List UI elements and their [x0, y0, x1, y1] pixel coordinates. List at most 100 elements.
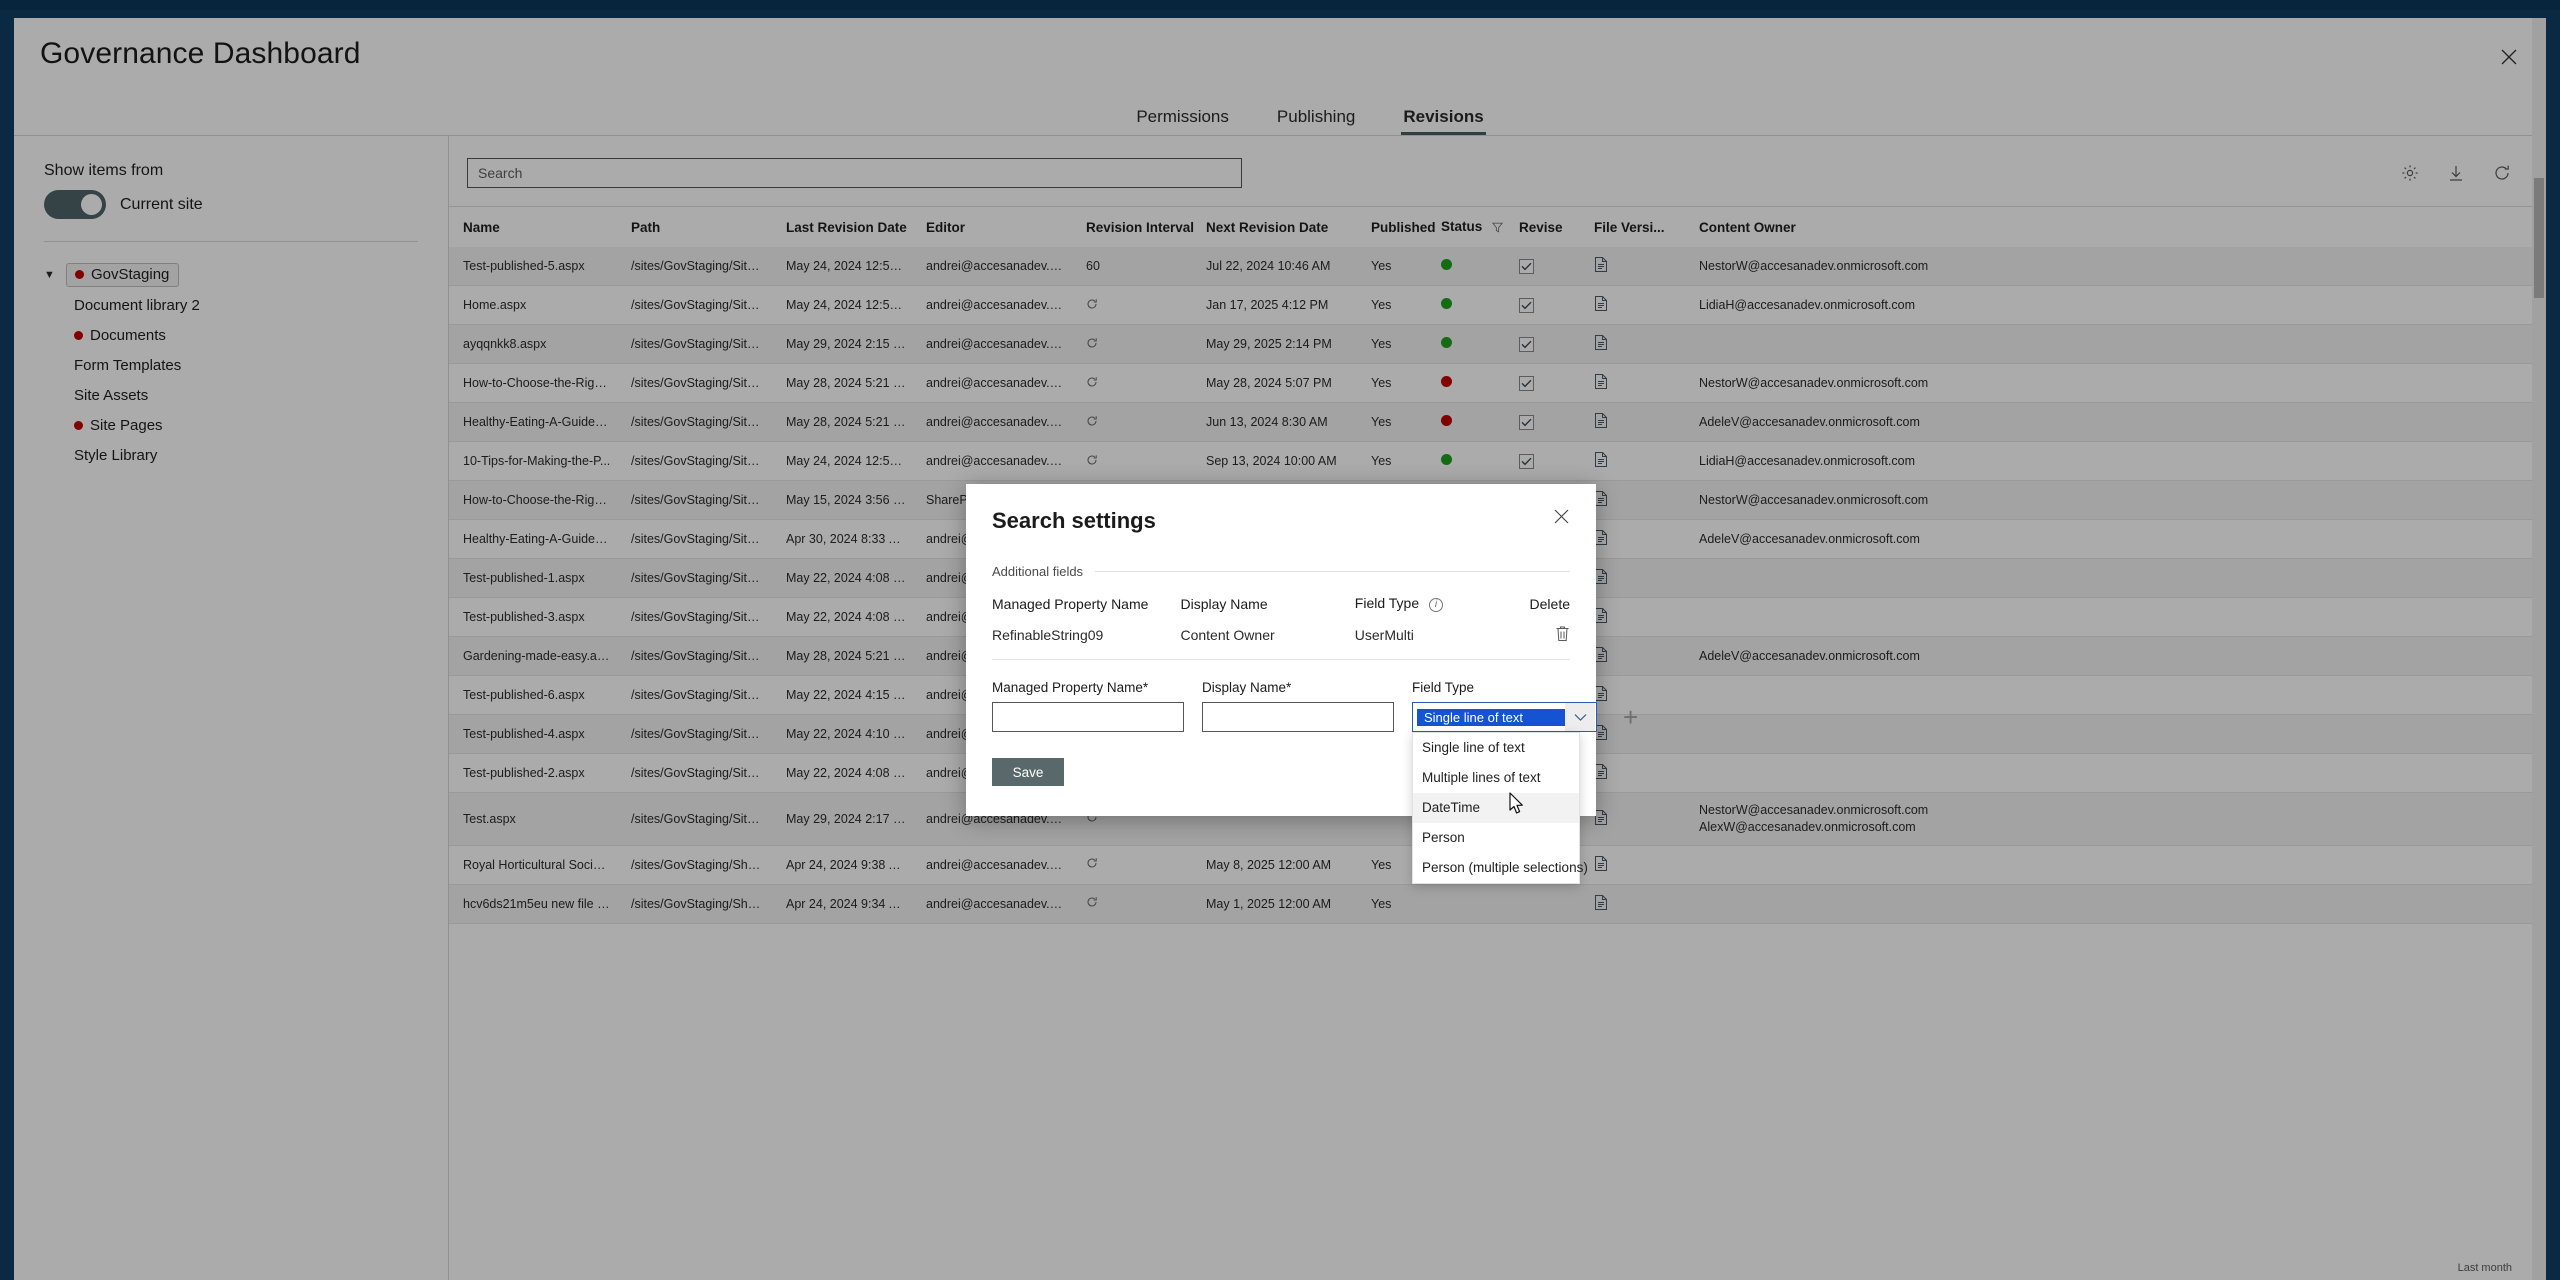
trash-icon[interactable]: [1555, 625, 1570, 645]
managed-property-input-label: Managed Property Name*: [992, 680, 1149, 695]
table-row[interactable]: Healthy-Eating-A-Guide-t.../sites/GovSta…: [449, 402, 2546, 442]
display-name-input-label: Display Name*: [1202, 680, 1292, 695]
display-name-input[interactable]: [1202, 702, 1394, 732]
cell-revision-interval: [1072, 285, 1192, 325]
cell-status: [1427, 285, 1505, 325]
status-dot-icon: [1441, 415, 1452, 426]
tab-revisions[interactable]: Revisions: [1379, 108, 1507, 135]
cell-editor: andrei@accesanadev.o...: [912, 402, 1072, 442]
current-site-toggle[interactable]: [44, 190, 106, 219]
chevron-down-icon[interactable]: ▼: [44, 269, 60, 281]
close-icon[interactable]: [2498, 46, 2520, 68]
table-row[interactable]: 10-Tips-for-Making-the-P.../sites/GovSta…: [449, 441, 2546, 481]
file-version-icon[interactable]: [1594, 809, 1609, 829]
revise-checkbox[interactable]: [1519, 258, 1534, 274]
file-version-icon[interactable]: [1594, 529, 1609, 549]
window-scrollbar[interactable]: [2532, 18, 2546, 1280]
dropdown-option-datetime[interactable]: DateTime: [1413, 793, 1579, 823]
column-header-editor[interactable]: Editor: [912, 207, 1072, 247]
cell-path: /sites/GovStaging/SitePag...: [617, 480, 772, 520]
revise-checkbox[interactable]: [1519, 375, 1534, 391]
field-type-select[interactable]: Single line of text: [1412, 702, 1597, 732]
cell-content-owner: [1685, 675, 2546, 715]
cell-content-owner: [1685, 324, 2546, 364]
table-row[interactable]: hcv6ds21m5eu new file l a.../sites/GovSt…: [449, 884, 2546, 924]
window-scrollbar-thumb[interactable]: [2534, 178, 2544, 298]
info-icon[interactable]: i: [1429, 598, 1444, 612]
tree-item-document-library-2[interactable]: Document library 2: [44, 290, 418, 320]
table-row[interactable]: Test-published-5.aspx/sites/GovStaging/S…: [449, 247, 2546, 286]
tree-item-govstaging[interactable]: GovStaging: [66, 263, 180, 287]
column-header-path[interactable]: Path: [617, 207, 772, 247]
additional-fields-table: Managed Property Name Display Name Field…: [992, 587, 1570, 659]
search-input[interactable]: [467, 158, 1242, 188]
tree-item-site-assets[interactable]: Site Assets: [44, 380, 418, 410]
cell-path: /sites/GovStaging/Shared ...: [617, 845, 772, 885]
dialog-close-icon[interactable]: [1553, 508, 1570, 530]
column-header-last-revision[interactable]: Last Revision Date: [772, 207, 912, 247]
tab-permissions[interactable]: Permissions: [1112, 108, 1253, 135]
file-version-icon[interactable]: [1594, 256, 1609, 276]
dropdown-option-person-multiple-selections[interactable]: Person (multiple selections): [1413, 853, 1588, 883]
refresh-icon[interactable]: [2492, 163, 2512, 183]
table-row: RefinableString09 Content Owner UserMult…: [992, 622, 1570, 659]
tree-item-form-templates[interactable]: Form Templates: [44, 350, 418, 380]
table-header: Name Path Last Revision Date Editor Revi…: [449, 207, 2546, 247]
column-header-next-revision[interactable]: Next Revision Date: [1192, 207, 1357, 247]
revise-checkbox[interactable]: [1519, 414, 1534, 430]
table-row[interactable]: ayqqnkk8.aspx/sites/GovStaging/SitePag..…: [449, 324, 2546, 364]
refresh-icon[interactable]: [1086, 298, 1098, 313]
filter-icon[interactable]: [1491, 221, 1504, 236]
save-button[interactable]: Save: [992, 758, 1064, 786]
tab-publishing[interactable]: Publishing: [1253, 108, 1379, 135]
column-header-published[interactable]: Published: [1357, 207, 1436, 247]
tree-item-style-library[interactable]: Style Library: [44, 440, 418, 470]
refresh-icon[interactable]: [1086, 454, 1098, 469]
column-header-name[interactable]: Name: [449, 207, 617, 247]
tree-item-label: Form Templates: [74, 356, 182, 374]
file-version-icon[interactable]: [1594, 295, 1609, 315]
refresh-icon[interactable]: [1086, 857, 1098, 872]
table-row[interactable]: How-to-Choose-the-Right.../sites/GovStag…: [449, 363, 2546, 403]
footer-note: Last month: [2457, 1262, 2512, 1274]
field-type-selected-value: Single line of text: [1417, 708, 1565, 726]
refresh-icon[interactable]: [1086, 376, 1098, 391]
file-version-icon[interactable]: [1594, 607, 1609, 627]
dropdown-option-multiple-lines-of-text[interactable]: Multiple lines of text: [1413, 763, 1579, 793]
dropdown-option-person[interactable]: Person: [1413, 823, 1579, 853]
revise-checkbox[interactable]: [1519, 453, 1534, 469]
revise-checkbox[interactable]: [1519, 297, 1534, 313]
tree-item-site-pages[interactable]: Site Pages: [44, 410, 418, 440]
revise-checkbox[interactable]: [1519, 336, 1534, 352]
chevron-down-icon[interactable]: [1565, 703, 1595, 731]
column-header-content-owner[interactable]: Content Owner: [1685, 207, 2546, 247]
file-version-icon[interactable]: [1594, 894, 1609, 914]
column-header-revise[interactable]: Revise: [1505, 207, 1580, 247]
column-header-file-version[interactable]: File Versi...: [1580, 207, 1685, 247]
refresh-icon[interactable]: [1086, 415, 1098, 430]
tree-item-documents[interactable]: Documents: [44, 320, 418, 350]
cell-revise: [1505, 363, 1580, 403]
gear-icon[interactable]: [2400, 163, 2420, 183]
column-header-status[interactable]: Status: [1427, 207, 1505, 247]
managed-property-input[interactable]: [992, 702, 1184, 732]
field-managed-property-value: RefinableString09: [992, 627, 1104, 643]
file-version-icon[interactable]: [1594, 373, 1609, 393]
column-header-revision-interval[interactable]: Revision Interval: [1072, 207, 1194, 247]
table-row[interactable]: Home.aspx/sites/GovStaging/SitePag... May…: [449, 285, 2546, 325]
add-field-button[interactable]: +: [1623, 704, 1638, 730]
file-version-icon[interactable]: [1594, 763, 1609, 783]
file-version-icon[interactable]: [1594, 646, 1609, 666]
file-version-icon[interactable]: [1594, 451, 1609, 471]
refresh-icon[interactable]: [1086, 896, 1098, 911]
download-icon[interactable]: [2446, 163, 2466, 183]
file-version-icon[interactable]: [1594, 412, 1609, 432]
dropdown-option-single-line-of-text[interactable]: Single line of text: [1413, 733, 1579, 763]
file-version-icon[interactable]: [1594, 490, 1609, 510]
file-version-icon[interactable]: [1594, 855, 1609, 875]
cell-path: /sites/GovStaging/SitePag...: [617, 324, 772, 364]
cell-content-owner: [1685, 558, 2546, 598]
refresh-icon[interactable]: [1086, 337, 1098, 352]
file-version-icon[interactable]: [1594, 334, 1609, 354]
file-version-icon[interactable]: [1594, 568, 1609, 588]
